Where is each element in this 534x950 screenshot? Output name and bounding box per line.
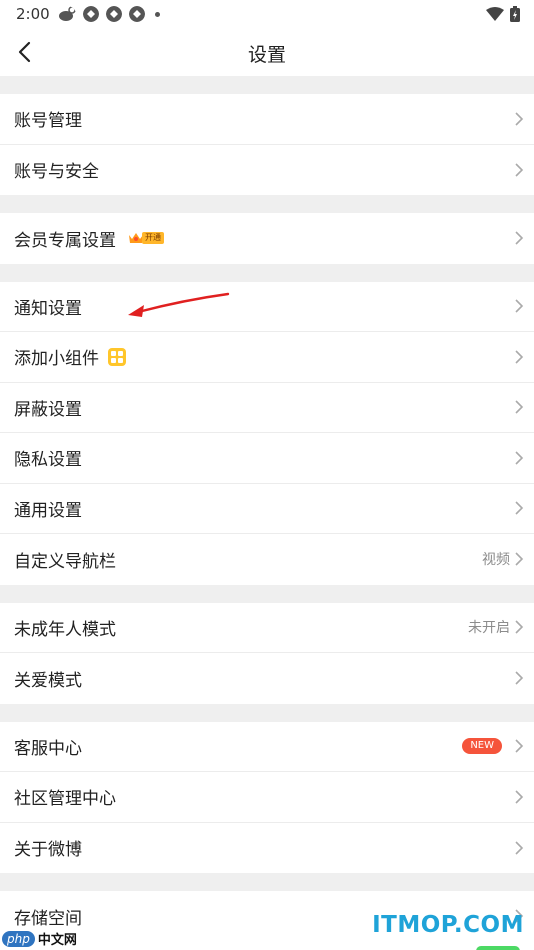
row-label: 账号与安全: [14, 162, 99, 183]
row-label: 未成年人模式: [14, 619, 116, 640]
battery-icon: [510, 6, 520, 22]
settings-row-account-security[interactable]: 账号与安全: [0, 144, 534, 195]
watermark-brand: php: [2, 930, 35, 947]
section-divider: [0, 195, 534, 213]
chevron-right-icon: [515, 163, 524, 177]
wifi-icon: [486, 7, 504, 21]
settings-row-custom-nav[interactable]: 自定义导航栏 视频: [0, 534, 534, 585]
toggle-switch: [476, 946, 520, 950]
row-label: 会员专属设置: [14, 230, 116, 251]
row-label: 屏蔽设置: [14, 399, 82, 420]
status-right: [486, 6, 520, 22]
row-value: 视频: [482, 552, 510, 569]
status-bar: 2:00: [0, 0, 534, 28]
row-label: 添加小组件: [14, 349, 99, 370]
chevron-right-icon: [515, 501, 524, 515]
section-divider: [0, 263, 534, 282]
notification-icons: [58, 6, 160, 22]
row-label: 关爱模式: [14, 670, 82, 691]
settings-row-block[interactable]: 屏蔽设置: [0, 382, 534, 433]
nav-bar: 设置: [0, 28, 534, 76]
settings-row-care-mode[interactable]: 关爱模式: [0, 653, 534, 704]
chevron-right-icon: [515, 451, 524, 465]
app-icon: [83, 6, 99, 22]
section-divider: [0, 703, 534, 722]
settings-row-customer-service[interactable]: 客服中心 NEW: [0, 721, 534, 772]
watermark-left: php 中文网: [2, 929, 77, 948]
chevron-right-icon: [515, 231, 524, 245]
settings-row-general[interactable]: 通用设置: [0, 483, 534, 534]
settings-row-about[interactable]: 关于微博: [0, 822, 534, 873]
settings-row-add-widget[interactable]: 添加小组件: [0, 332, 534, 383]
row-label: 通知设置: [14, 298, 82, 319]
settings-list: 账号管理 账号与安全 会员专属设置 开通 通知设置 添加小组件 屏蔽设置 隐私设…: [0, 76, 534, 942]
chevron-right-icon: [515, 299, 524, 313]
row-label: 存储空间: [14, 908, 82, 929]
settings-row-minor-mode[interactable]: 未成年人模式 未开启: [0, 602, 534, 653]
settings-row-community-center[interactable]: 社区管理中心: [0, 772, 534, 823]
row-label: 客服中心: [14, 738, 82, 759]
chevron-right-icon: [515, 671, 524, 685]
chevron-right-icon: [515, 739, 524, 753]
section-divider: [0, 873, 534, 891]
page-title: 设置: [247, 44, 286, 66]
chevron-right-icon: [515, 112, 524, 126]
row-value: 未开启: [468, 620, 510, 637]
new-badge: NEW: [462, 738, 502, 755]
status-time: 2:00: [16, 5, 50, 23]
chevron-right-icon: [515, 350, 524, 364]
chevron-right-icon: [515, 620, 524, 634]
row-label: 社区管理中心: [14, 789, 116, 810]
watermark-right: ITMOP.COM: [372, 912, 524, 938]
vip-open-tag: 开通: [142, 232, 164, 245]
widget-icon: [108, 347, 126, 366]
chevron-right-icon: [515, 400, 524, 414]
more-notifications-icon: [155, 11, 160, 17]
section-divider: [0, 76, 534, 94]
vip-badge: 开通: [128, 230, 164, 246]
settings-row-account-management[interactable]: 账号管理: [0, 94, 534, 145]
watermark-text: 中文网: [37, 933, 77, 948]
row-label: 自定义导航栏: [14, 551, 116, 572]
row-label: 通用设置: [14, 500, 82, 521]
row-label: 隐私设置: [14, 450, 82, 471]
settings-row-vip[interactable]: 会员专属设置 开通: [0, 213, 534, 264]
settings-row-privacy[interactable]: 隐私设置: [0, 433, 534, 484]
section-divider: [0, 584, 534, 603]
weibo-icon: [59, 6, 76, 21]
chevron-right-icon: [515, 552, 524, 566]
app-icon: [106, 6, 122, 22]
chevron-right-icon: [515, 790, 524, 804]
row-label: 账号管理: [14, 111, 82, 132]
chevron-right-icon: [515, 841, 524, 855]
row-label: 关于微博: [14, 840, 82, 861]
app-icon: [129, 6, 145, 22]
settings-row-notification[interactable]: 通知设置: [0, 281, 534, 332]
